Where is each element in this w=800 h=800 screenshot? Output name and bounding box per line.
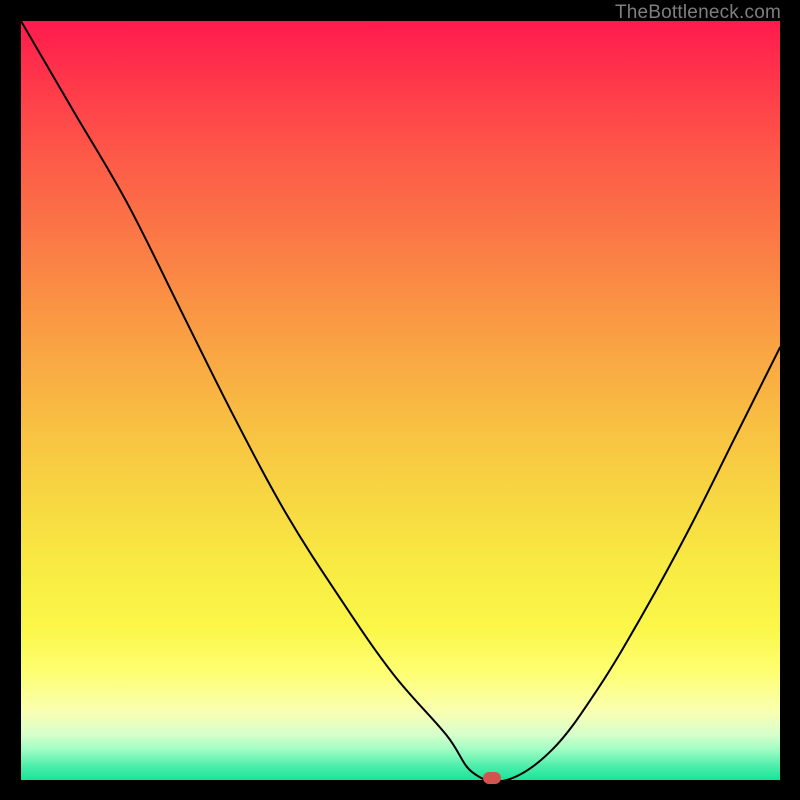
minimum-marker [483,772,501,784]
curve-path [21,21,780,780]
watermark-text: TheBottleneck.com [615,2,781,24]
plot-area [21,21,780,780]
bottleneck-curve [21,21,780,780]
chart-frame: TheBottleneck.com [0,0,800,800]
